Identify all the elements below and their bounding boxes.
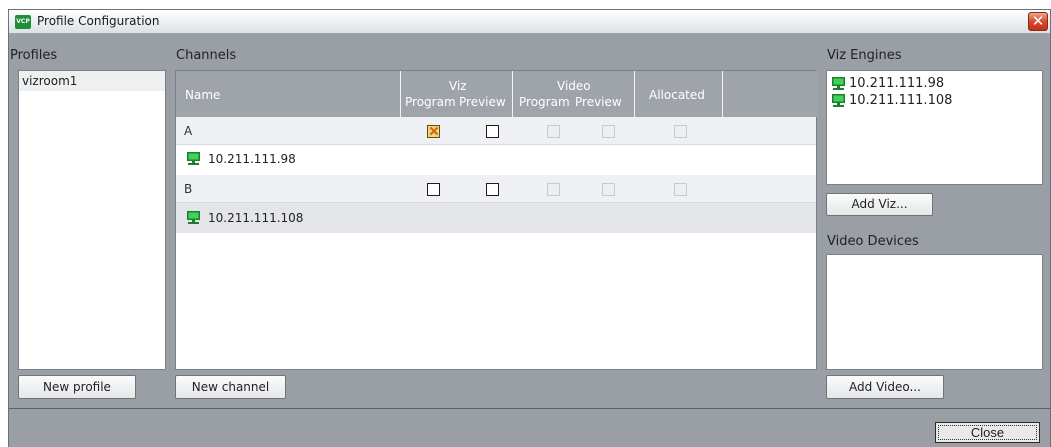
viz-engine-ip: 10.211.111.108 [849, 93, 953, 108]
video-program-checkbox [547, 183, 560, 196]
column-header-video[interactable]: Video Program Preview [513, 71, 635, 117]
computer-monitor-icon [831, 93, 846, 108]
title-bar[interactable]: VCP Profile Configuration ✕ [9, 10, 1050, 34]
computer-monitor-icon [186, 210, 201, 225]
viz-program-checkbox[interactable] [427, 183, 440, 196]
channels-label: Channels [176, 48, 237, 63]
column-header-name[interactable]: Name [176, 71, 401, 117]
computer-monitor-icon [186, 151, 201, 166]
channel-name: B [184, 182, 193, 196]
add-video-button[interactable]: Add Video... [826, 375, 944, 399]
column-name-label: Name [185, 88, 221, 102]
channels-table[interactable]: Name Viz Program Preview Video Program P… [175, 70, 818, 370]
viz-engines-label: Viz Engines [827, 48, 902, 63]
column-header-filler [723, 71, 818, 117]
add-viz-button[interactable]: Add Viz... [826, 193, 933, 216]
list-item[interactable]: 10.211.111.98 [176, 145, 816, 173]
table-row[interactable]: B [176, 175, 816, 203]
column-viz-program-label: Program [405, 95, 456, 109]
column-viz-preview-label: Preview [459, 95, 506, 109]
profile-configuration-window: VCP Profile Configuration ✕ Profiles viz… [8, 9, 1051, 447]
viz-engine-ip: 10.211.111.98 [849, 76, 945, 91]
new-profile-button[interactable]: New profile [18, 375, 136, 399]
profiles-list[interactable]: vizroom1 [18, 70, 166, 370]
column-video-preview-label: Preview [575, 95, 622, 109]
viz-program-checkbox[interactable] [427, 125, 440, 138]
column-viz-label: Viz [449, 79, 467, 93]
vcp-app-icon: VCP [15, 15, 31, 29]
allocated-checkbox [674, 183, 687, 196]
column-video-label: Video [557, 79, 591, 93]
channel-engine-ip: 10.211.111.98 [208, 152, 296, 166]
new-channel-button[interactable]: New channel [175, 375, 286, 399]
profile-item[interactable]: vizroom1 [19, 71, 165, 91]
video-devices-list[interactable] [826, 254, 1043, 370]
viz-preview-checkbox[interactable] [486, 183, 499, 196]
allocated-checkbox [674, 125, 687, 138]
column-header-viz[interactable]: Viz Program Preview [401, 71, 513, 117]
video-preview-checkbox [602, 125, 615, 138]
close-button[interactable]: Close [935, 422, 1040, 443]
window-title: Profile Configuration [37, 14, 160, 28]
column-header-allocated[interactable]: Allocated [635, 71, 723, 117]
table-row[interactable]: A [176, 117, 816, 145]
viz-preview-checkbox[interactable] [486, 125, 499, 138]
list-item[interactable]: 10.211.111.108 [176, 203, 816, 233]
computer-monitor-icon [831, 76, 846, 91]
video-preview-checkbox [602, 183, 615, 196]
channel-engine-ip: 10.211.111.108 [208, 211, 304, 225]
channel-name: A [184, 124, 193, 138]
footer-bar: Close [9, 408, 1050, 447]
column-video-program-label: Program [519, 95, 570, 109]
video-devices-label: Video Devices [827, 234, 919, 249]
column-allocated-label: Allocated [649, 88, 705, 102]
viz-engines-list[interactable]: 10.211.111.98 10.211.111.108 [826, 70, 1043, 185]
window-close-button[interactable]: ✕ [1028, 12, 1048, 31]
profiles-label: Profiles [10, 48, 58, 63]
video-program-checkbox [547, 125, 560, 138]
